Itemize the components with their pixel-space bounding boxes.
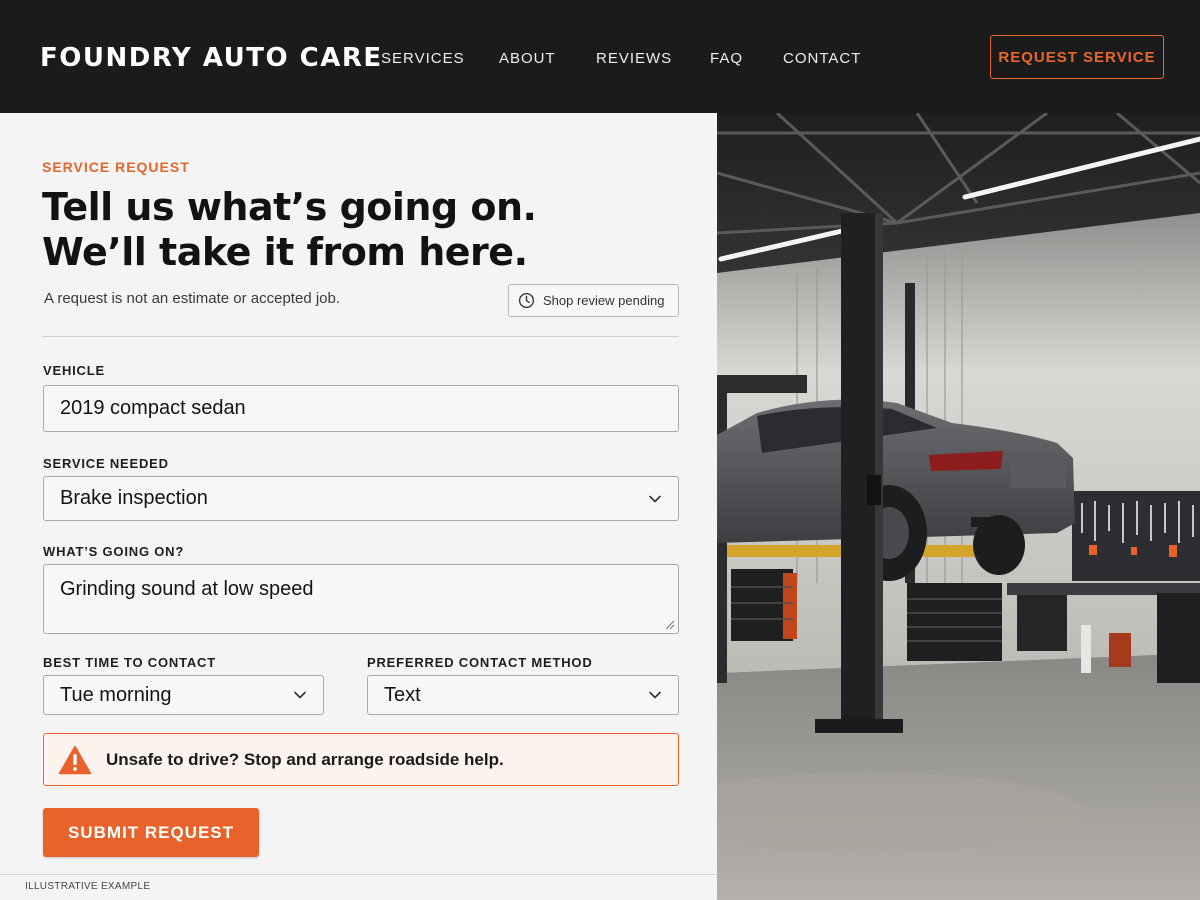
form-disclaimer: A request is not an estimate or accepted… <box>44 290 341 307</box>
safety-alert-text: Unsafe to drive? Stop and arrange roadsi… <box>106 749 504 769</box>
contact-time-value: Tue morning <box>60 683 172 706</box>
submit-request-button[interactable]: SUBMIT REQUEST <box>43 808 259 857</box>
issue-label: WHAT’S GOING ON? <box>43 544 185 559</box>
safety-alert: Unsafe to drive? Stop and arrange roadsi… <box>43 733 679 786</box>
nav-contact[interactable]: CONTACT <box>783 50 861 68</box>
status-badge: Shop review pending <box>508 284 679 317</box>
service-needed-label: SERVICE NEEDED <box>43 456 169 471</box>
contact-time-select[interactable]: Tue morning <box>43 675 324 715</box>
site-header: FOUNDRY AUTO CARE SERVICES ABOUT REVIEWS… <box>0 0 1200 113</box>
chevron-down-icon <box>294 691 306 699</box>
vehicle-label: VEHICLE <box>43 363 105 378</box>
contact-method-label: PREFERRED CONTACT METHOD <box>367 655 593 670</box>
service-request-form: SERVICE REQUEST Tell us what’s going on.… <box>0 113 717 900</box>
page-title: Tell us what’s going on. We’ll take it f… <box>42 185 537 275</box>
service-needed-value: Brake inspection <box>60 487 208 509</box>
contact-method-select[interactable]: Text <box>367 675 679 715</box>
issue-textarea-value: Grinding sound at low speed <box>60 578 314 600</box>
form-divider <box>42 336 679 337</box>
vehicle-input-value: 2019 compact sedan <box>60 397 246 419</box>
issue-textarea[interactable]: Grinding sound at low speed <box>43 564 679 634</box>
brand-logo[interactable]: FOUNDRY AUTO CARE <box>40 41 383 75</box>
form-eyebrow: SERVICE REQUEST <box>42 159 190 175</box>
footer-divider <box>0 874 717 875</box>
request-service-button[interactable]: REQUEST SERVICE <box>990 35 1164 79</box>
resize-handle-icon[interactable] <box>665 620 675 630</box>
contact-method-value: Text <box>384 683 421 706</box>
clock-icon <box>518 292 535 309</box>
nav-reviews[interactable]: REVIEWS <box>596 50 672 68</box>
page-title-line-1: Tell us what’s going on. <box>42 185 537 229</box>
warning-triangle-icon <box>58 745 92 774</box>
chevron-down-icon <box>649 691 661 699</box>
vehicle-input[interactable]: 2019 compact sedan <box>43 385 679 432</box>
chevron-down-icon <box>649 495 661 502</box>
contact-time-label: BEST TIME TO CONTACT <box>43 655 216 670</box>
service-needed-select[interactable]: Brake inspection <box>43 476 679 521</box>
page-title-line-2: We’ll take it from here. <box>42 230 528 274</box>
garage-photo <box>717 113 1200 900</box>
nav-services[interactable]: SERVICES <box>381 50 465 68</box>
nav-about[interactable]: ABOUT <box>499 50 556 68</box>
garage-illustration <box>717 113 1200 900</box>
nav-faq[interactable]: FAQ <box>710 50 743 68</box>
status-badge-label: Shop review pending <box>543 293 665 308</box>
footer-note: ILLUSTRATIVE EXAMPLE <box>25 881 151 892</box>
